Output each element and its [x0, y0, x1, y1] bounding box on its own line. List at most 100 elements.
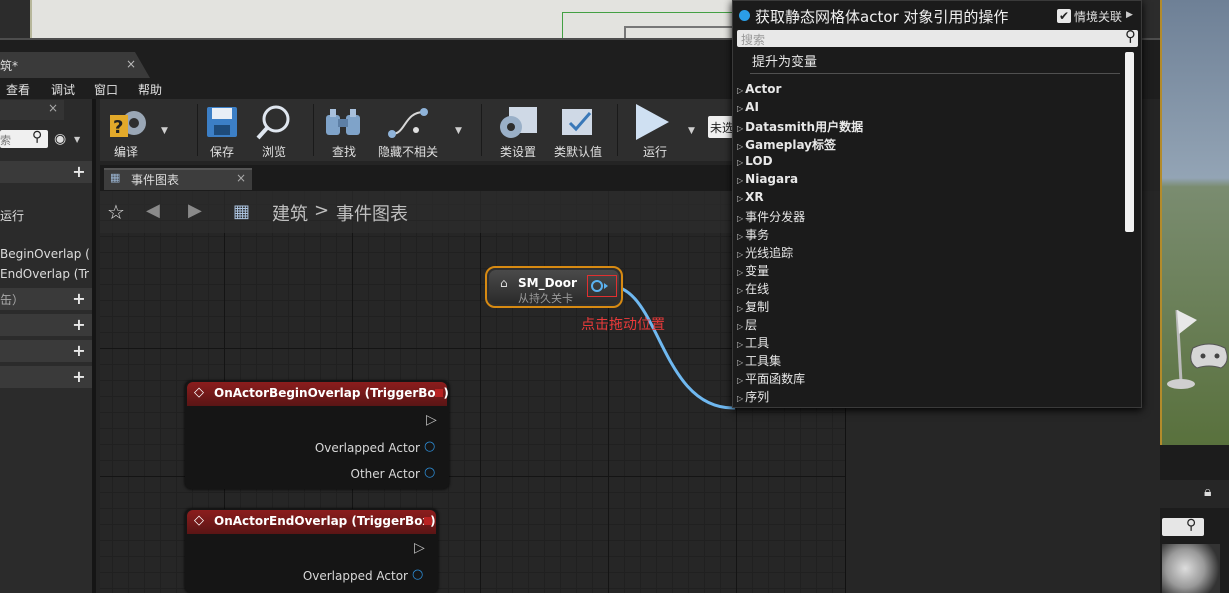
toolbar-divider: [617, 104, 618, 156]
category-replication[interactable]: ▷ 复制: [737, 298, 769, 315]
save-icon[interactable]: [205, 105, 239, 139]
compile-label: 编译: [114, 145, 139, 159]
search-icon: ⚲: [32, 129, 43, 145]
lock-icon[interactable]: 🔒︎: [1204, 484, 1211, 500]
context-menu-title: 获取静态网格体actor 对象引用的操作: [755, 8, 1009, 26]
back-arrow-icon[interactable]: ◀: [146, 200, 160, 221]
category-gameplay-tags[interactable]: ▷ Gameplay标签: [737, 136, 836, 153]
chevron-down-icon[interactable]: ▼: [74, 135, 80, 144]
category-transactions[interactable]: ▷ 事务: [737, 226, 769, 243]
search-placeholder: 索: [0, 134, 11, 147]
search-icon: ⚲: [1186, 517, 1197, 533]
forward-arrow-icon[interactable]: ▶: [188, 200, 202, 221]
close-icon[interactable]: ×: [48, 101, 58, 115]
add-dispatcher-button[interactable]: +: [70, 368, 88, 386]
object-pin-icon[interactable]: ○: [424, 465, 435, 480]
chevron-down-icon[interactable]: ▼: [161, 126, 168, 136]
close-icon[interactable]: ×: [236, 171, 246, 185]
play-icon[interactable]: [633, 102, 673, 142]
context-sensitive-label: 情境关联: [1074, 10, 1123, 24]
find-icon[interactable]: [324, 105, 364, 139]
menu-debug[interactable]: 调试: [51, 81, 75, 98]
category-datasmith[interactable]: ▷ Datasmith用户数据: [737, 118, 863, 135]
content-browser-toolbar: 🔒︎: [1160, 480, 1229, 508]
expand-arrow-icon: ▷: [737, 286, 744, 295]
scrollbar-thumb[interactable]: [1125, 52, 1134, 232]
close-icon[interactable]: ×: [126, 57, 136, 71]
graph-nav-bar: [100, 191, 840, 233]
expand-arrow-icon: ▷: [737, 158, 744, 167]
sm-door-subtitle: 从持久关卡: [518, 292, 573, 305]
event-icon: ◇: [194, 385, 204, 400]
breadcrumb-root[interactable]: 建筑: [272, 200, 308, 226]
browse-icon[interactable]: [254, 103, 294, 141]
category-variables[interactable]: ▷ 变量: [737, 262, 769, 279]
class-settings-icon[interactable]: [497, 105, 539, 141]
home-icon: ⌂: [500, 276, 508, 290]
category-toolsets[interactable]: ▷ 工具集: [737, 352, 781, 369]
chevron-down-icon[interactable]: ▼: [688, 126, 695, 136]
delegate-pin-icon[interactable]: [435, 389, 443, 397]
category-layers[interactable]: ▷ 层: [737, 316, 757, 333]
category-ray-tracing[interactable]: ▷ 光线追踪: [737, 244, 793, 261]
drag-hint-label: 点击拖动位置: [581, 317, 665, 333]
menu-view[interactable]: 查看: [6, 81, 30, 98]
category-niagara[interactable]: ▷ Niagara: [737, 172, 798, 186]
category-actor[interactable]: ▷ Actor: [737, 82, 781, 96]
save-label: 保存: [210, 145, 235, 159]
object-pin-icon[interactable]: ○: [424, 439, 435, 454]
chevron-down-icon[interactable]: ▼: [455, 126, 462, 136]
expand-arrow-icon: ▷: [737, 250, 744, 259]
category-sequence[interactable]: ▷ 序列: [737, 388, 769, 405]
menu-help[interactable]: 帮助: [138, 81, 162, 98]
asset-thumbnail[interactable]: [1162, 544, 1220, 593]
left-item-end-overlap[interactable]: EndOverlap (Tr: [0, 267, 89, 281]
search-icon: ⚲: [1125, 27, 1136, 45]
svg-text:?: ?: [113, 117, 123, 138]
class-defaults-icon[interactable]: [560, 105, 600, 141]
expand-arrow-icon: ▷: [737, 322, 744, 331]
compile-icon[interactable]: ?: [108, 103, 148, 143]
category-online[interactable]: ▷ 在线: [737, 280, 769, 297]
context-sensitive-checkbox[interactable]: ✔: [1057, 9, 1071, 23]
expand-arrow-icon: ▷: [737, 104, 744, 113]
hide-unrelated-icon[interactable]: [386, 104, 432, 140]
category-tools[interactable]: ▷ 工具: [737, 334, 769, 351]
expand-arrow-icon: ▷: [737, 394, 744, 403]
add-function-button[interactable]: +: [70, 290, 88, 308]
menu-window[interactable]: 窗口: [94, 81, 118, 98]
category-xr[interactable]: ▷ XR: [737, 190, 764, 204]
action-search-input[interactable]: ⚲: [737, 27, 1138, 47]
eye-icon[interactable]: ◉: [54, 131, 66, 147]
add-graph-button[interactable]: +: [70, 163, 88, 181]
exec-pin-icon[interactable]: ▷: [414, 540, 425, 556]
star-icon[interactable]: ☆: [107, 200, 125, 224]
category-plane-function-library[interactable]: ▷ 平面函数库: [737, 370, 805, 387]
content-search-input[interactable]: ⚲: [1162, 517, 1204, 536]
expand-arrow-icon: ▷: [737, 376, 744, 385]
add-macro-button[interactable]: +: [70, 316, 88, 334]
left-item-run[interactable]: 运行: [0, 207, 24, 224]
expand-arrow-icon: ▷: [737, 194, 744, 203]
exec-pin-icon[interactable]: ▷: [426, 412, 437, 428]
play-label: 运行: [643, 145, 668, 159]
delegate-pin-icon[interactable]: [424, 517, 432, 525]
left-item-begin-overlap[interactable]: BeginOverlap (: [0, 247, 90, 261]
category-event-dispatchers[interactable]: ▷ 事件分发器: [737, 208, 805, 225]
expand-arrow-icon: ▷: [737, 268, 744, 277]
menu-divider: [750, 73, 1120, 74]
browse-label: 浏览: [262, 145, 287, 159]
end-overlap-title: OnActorEndOverlap (TriggerBox): [214, 514, 436, 528]
category-ai[interactable]: ▷ AI: [737, 100, 759, 114]
category-lod[interactable]: ▷ LOD: [737, 154, 773, 168]
toolbar-divider: [481, 104, 482, 156]
tab-event-graph-label: 事件图表: [131, 173, 180, 187]
hide-unrelated-label: 隐藏不相关: [378, 145, 439, 159]
add-variable-button[interactable]: +: [70, 342, 88, 360]
promote-to-variable-item[interactable]: 提升为变量: [752, 51, 817, 70]
expand-arrow-icon: ▷: [737, 358, 744, 367]
breadcrumb-current: 事件图表: [336, 204, 408, 225]
chevron-right-icon[interactable]: ▶: [1126, 10, 1133, 20]
expand-arrow-icon: ▷: [737, 142, 744, 151]
object-pin-icon[interactable]: ○: [412, 567, 423, 582]
